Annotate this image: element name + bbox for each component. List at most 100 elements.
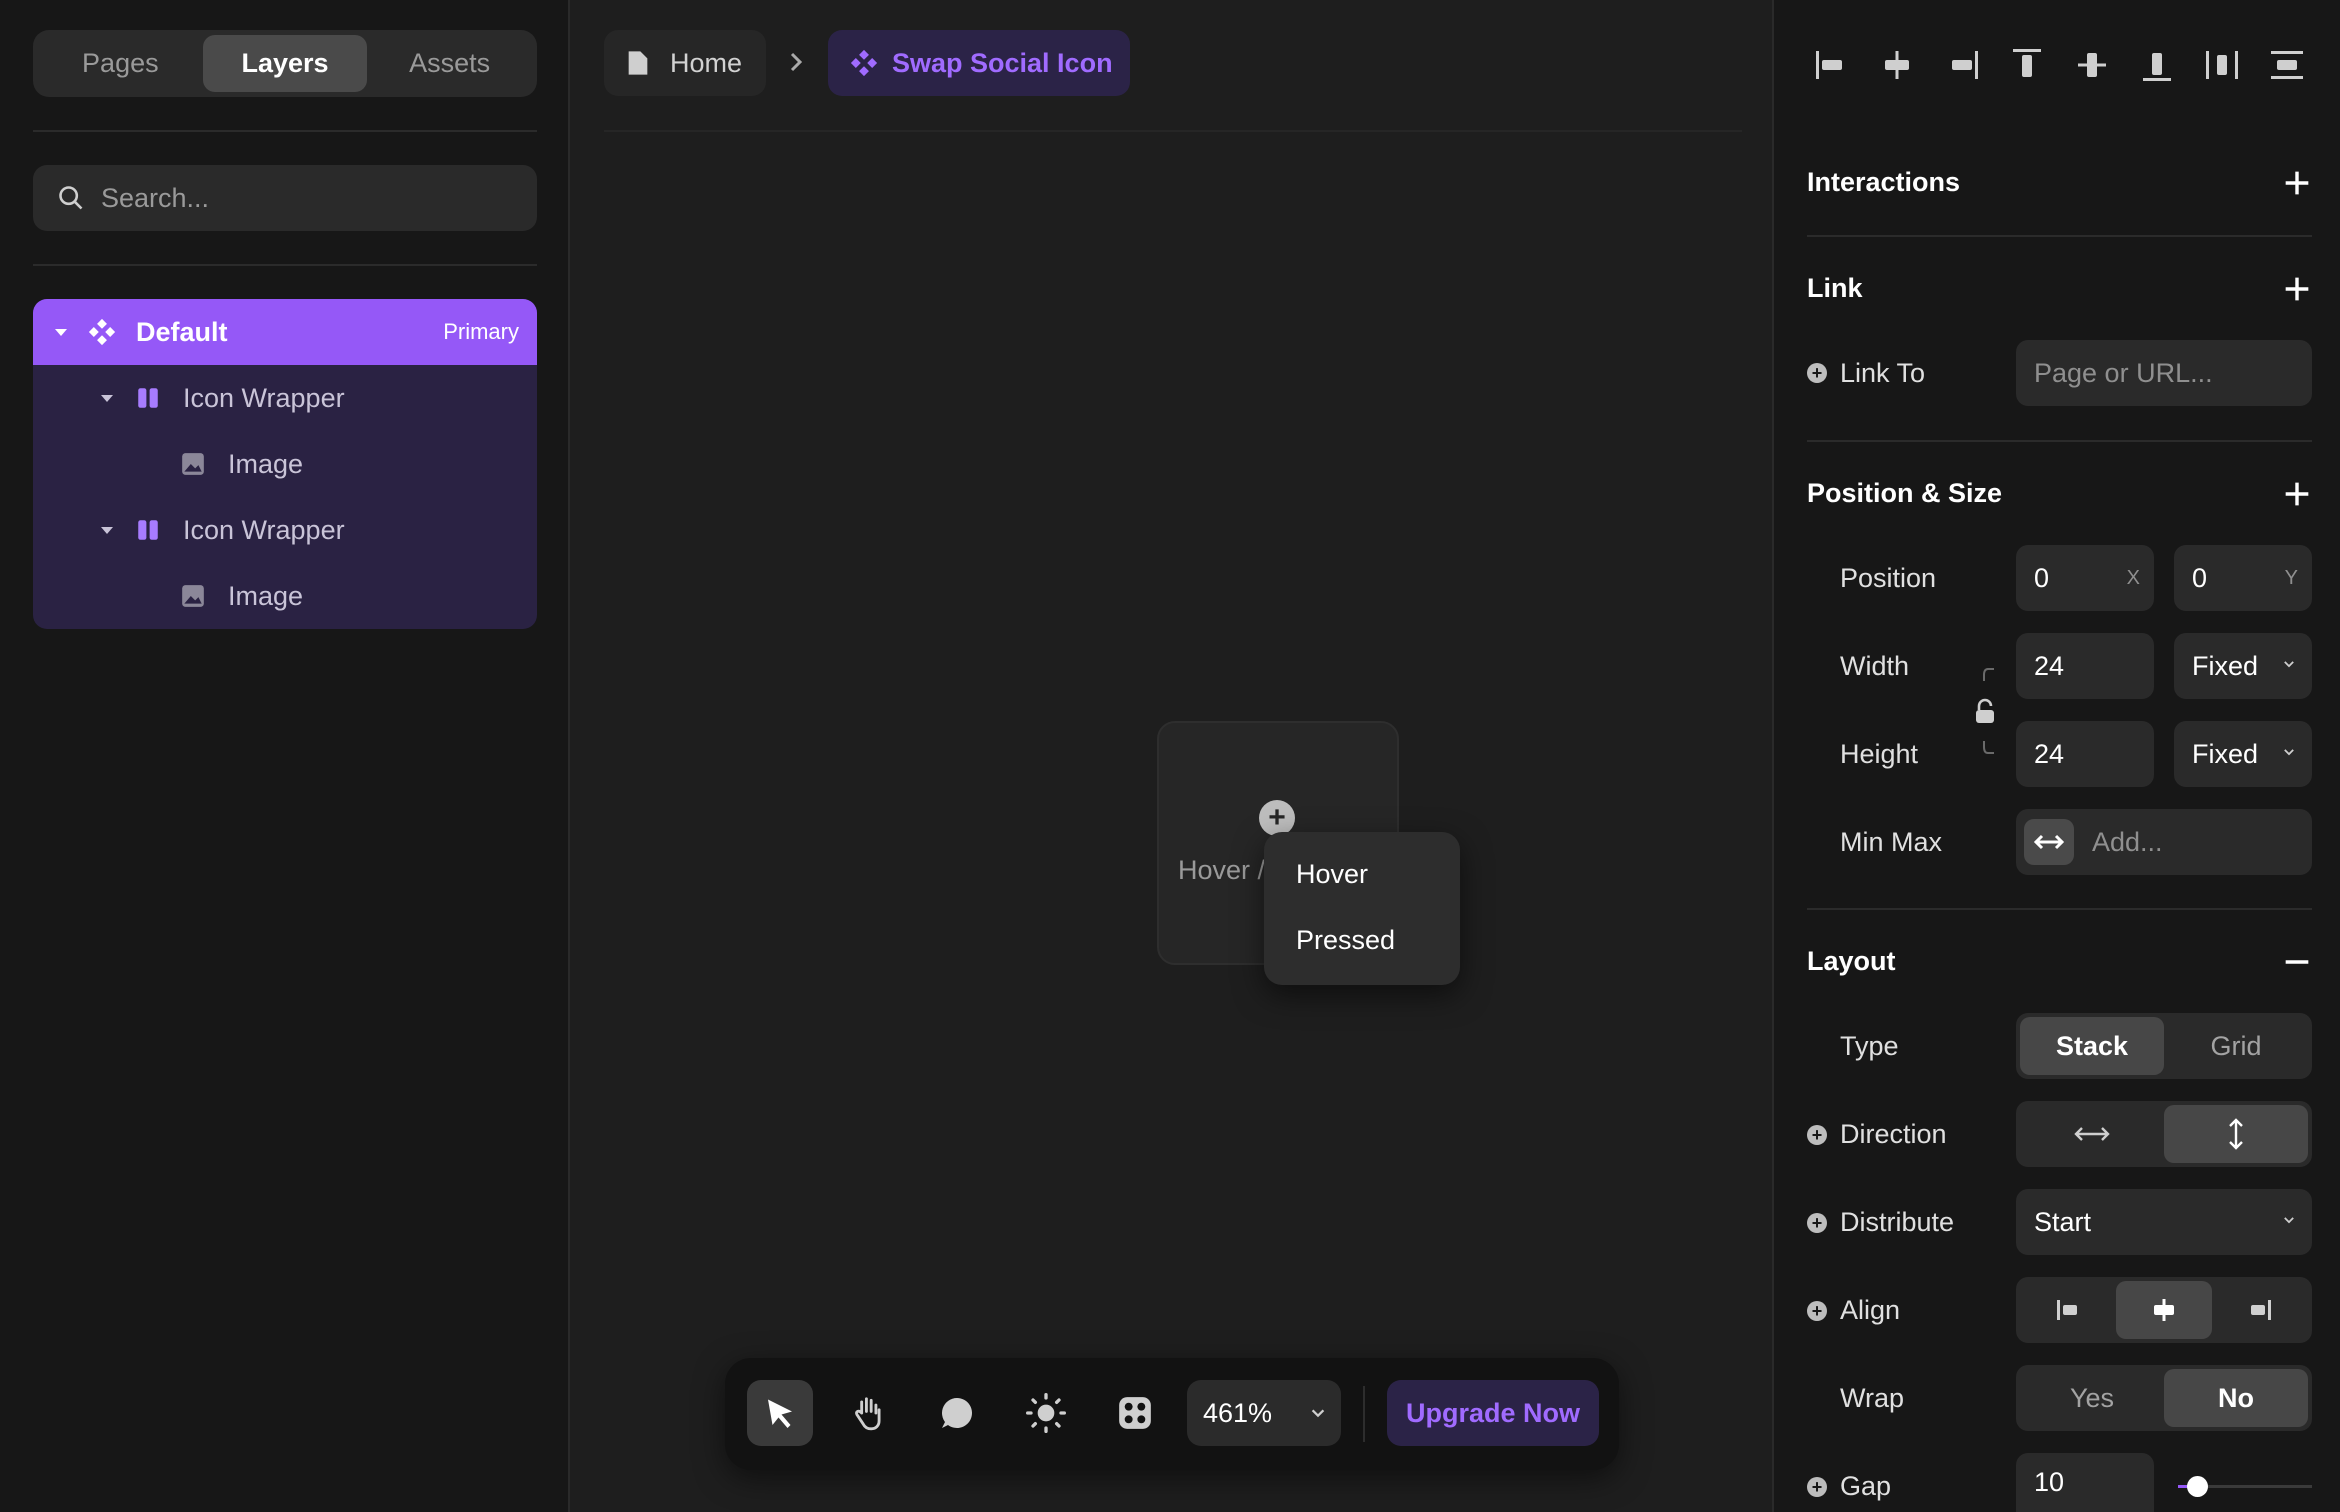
hand-icon	[855, 1397, 881, 1431]
align-end-option[interactable]	[2212, 1281, 2308, 1339]
x-suffix: X	[2126, 566, 2140, 589]
wrap-no-option[interactable]: No	[2164, 1369, 2308, 1427]
chevron-right-icon	[790, 52, 803, 72]
min-max-placeholder: Add...	[2092, 826, 2163, 857]
page-icon	[628, 51, 648, 75]
gap-slider-thumb[interactable]	[2187, 1476, 2208, 1497]
image-icon	[182, 585, 204, 607]
align-label: Align	[1840, 1295, 1901, 1325]
tab-pages[interactable]: Pages	[38, 35, 203, 92]
position-y-input[interactable]: 0 Y	[2174, 545, 2312, 611]
gap-input[interactable]: 10	[2016, 1453, 2154, 1512]
add-variant-icon[interactable]: +	[1259, 800, 1295, 836]
plus-icon[interactable]	[2280, 166, 2314, 200]
section-title-link: Link	[1807, 273, 1863, 303]
direction-horizontal-option[interactable]	[2020, 1105, 2164, 1163]
add-property-icon[interactable]: +	[1807, 1477, 1827, 1497]
arrow-horizontal-icon	[2074, 1127, 2110, 1141]
layer-label: Default	[136, 316, 228, 347]
comment-icon	[942, 1398, 972, 1428]
gap-slider[interactable]	[2178, 1476, 2312, 1497]
link-url-input[interactable]: Page or URL...	[2016, 340, 2312, 406]
breadcrumb-home[interactable]: Home	[604, 30, 766, 96]
breadcrumb-current[interactable]: Swap Social Icon	[828, 30, 1130, 96]
direction-vertical-option[interactable]	[2164, 1105, 2308, 1163]
caret-down-icon[interactable]	[101, 394, 113, 402]
align-bottom-icon[interactable]	[2137, 45, 2177, 85]
add-property-icon[interactable]: +	[1807, 1301, 1827, 1321]
height-input[interactable]: 24	[2016, 721, 2154, 787]
layer-label: Icon Wrapper	[183, 382, 345, 413]
comment-tool-button[interactable]	[924, 1380, 990, 1446]
layer-label: Icon Wrapper	[183, 514, 345, 545]
plus-icon[interactable]	[2280, 272, 2314, 306]
wrap-label: Wrap	[1840, 1383, 1905, 1413]
layer-row-icon-wrapper[interactable]: Icon Wrapper	[33, 497, 537, 563]
chevron-down-icon	[2284, 1217, 2294, 1224]
distribute-value: Start	[2034, 1206, 2092, 1237]
theme-toggle-button[interactable]	[1013, 1380, 1079, 1446]
align-center-horizontal-icon[interactable]	[1877, 45, 1917, 85]
distribute-select[interactable]: Start	[2016, 1189, 2312, 1255]
hand-tool-button[interactable]	[835, 1380, 901, 1446]
layer-row-image[interactable]: Image	[33, 563, 537, 629]
layer-row-icon-wrapper[interactable]: Icon Wrapper	[33, 365, 537, 431]
align-end-icon	[2251, 1300, 2271, 1320]
link-to-label: Link To	[1840, 358, 1926, 388]
lock-icon[interactable]	[1973, 698, 1997, 726]
min-max-label: Min Max	[1840, 827, 1943, 857]
align-center-option[interactable]	[2116, 1281, 2212, 1339]
align-right-icon[interactable]	[1942, 45, 1982, 85]
add-property-icon[interactable]: +	[1807, 1125, 1827, 1145]
align-top-icon[interactable]	[2007, 45, 2047, 85]
min-max-input[interactable]: Add...	[2016, 809, 2312, 875]
height-mode-select[interactable]: Fixed	[2174, 721, 2312, 787]
width-mode-select[interactable]: Fixed	[2174, 633, 2312, 699]
search-box[interactable]	[33, 165, 537, 231]
distribute-horizontal-icon[interactable]	[2202, 45, 2242, 85]
position-y-value: 0	[2192, 562, 2208, 593]
layer-row-default[interactable]: Default Primary	[33, 299, 537, 365]
minus-icon[interactable]	[2280, 945, 2314, 979]
popup-item-pressed[interactable]: Pressed	[1296, 925, 1395, 956]
search-icon	[59, 186, 83, 210]
component-icon	[850, 49, 878, 77]
add-property-icon[interactable]: +	[1807, 363, 1827, 383]
distribute-vertical-icon[interactable]	[2267, 45, 2307, 85]
caret-down-icon[interactable]	[55, 328, 67, 336]
layout-type-toggle: Stack Grid	[2016, 1013, 2312, 1079]
caret-down-icon[interactable]	[101, 526, 113, 534]
width-input[interactable]: 24	[2016, 633, 2154, 699]
position-x-value: 0	[2034, 562, 2050, 593]
panel-tabs: Pages Layers Assets	[33, 30, 537, 97]
stack-icon	[138, 388, 158, 408]
wrap-yes-option[interactable]: Yes	[2020, 1369, 2164, 1427]
height-label: Height	[1840, 739, 1919, 769]
type-stack-option[interactable]: Stack	[2020, 1017, 2164, 1075]
width-label: Width	[1840, 651, 1910, 681]
tab-layers[interactable]: Layers	[202, 35, 368, 92]
search-input[interactable]	[101, 182, 501, 214]
tab-assets[interactable]: Assets	[367, 35, 532, 92]
align-left-icon[interactable]	[1812, 45, 1852, 85]
layer-row-image[interactable]: Image	[33, 431, 537, 497]
components-tool-button[interactable]	[1102, 1380, 1168, 1446]
align-start-option[interactable]	[2020, 1281, 2116, 1339]
y-suffix: Y	[2284, 566, 2298, 589]
select-tool-button[interactable]	[747, 1380, 813, 1446]
zoom-select[interactable]: 461%	[1187, 1380, 1341, 1446]
layer-label: Image	[228, 580, 304, 611]
upgrade-button[interactable]: Upgrade Now	[1387, 1380, 1599, 1446]
align-start-icon	[2057, 1300, 2077, 1320]
distribute-label: Distribute	[1840, 1207, 1955, 1237]
position-x-input[interactable]: 0 X	[2016, 545, 2154, 611]
popup-item-hover[interactable]: Hover	[1296, 859, 1368, 890]
type-grid-option[interactable]: Grid	[2164, 1017, 2308, 1075]
divider	[604, 130, 1742, 132]
components-icon	[1119, 1397, 1151, 1429]
gap-label: Gap	[1840, 1471, 1892, 1501]
align-center-vertical-icon[interactable]	[2072, 45, 2112, 85]
add-property-icon[interactable]: +	[1807, 1213, 1827, 1233]
component-icon	[88, 318, 116, 346]
plus-icon[interactable]	[2280, 477, 2314, 511]
